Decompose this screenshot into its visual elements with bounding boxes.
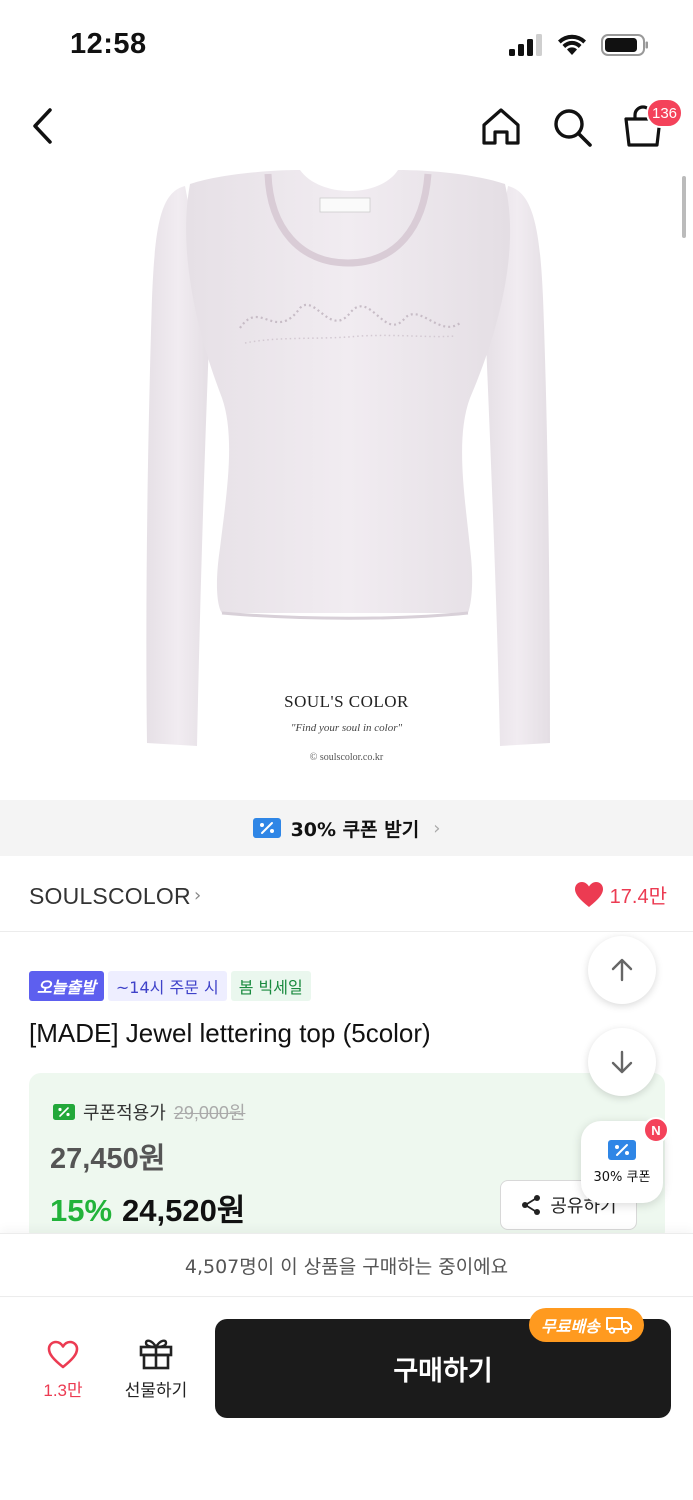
product-title: [MADE] Jewel lettering top (5color) [29,1018,431,1048]
heart-outline-icon [47,1340,79,1369]
brand-row[interactable]: SOULSCOLOR › 17.4만 [0,862,693,932]
back-icon[interactable] [26,104,62,148]
chevron-right-icon: › [433,817,441,839]
status-time: 12:58 [70,28,147,60]
coupon-banner-label: 30% 쿠폰 받기 [290,818,420,841]
sale-price-line: 15% 24,520원 [50,1185,245,1230]
arrow-up-icon [611,958,633,982]
floating-coupon-label: 30% 쿠폰 [593,1169,651,1185]
coupon-price-line: 쿠폰적용가 29,000원 [53,1099,245,1125]
product-tags: 오늘출발 ~14시 주문 시 봄 빅세일 [29,971,311,1001]
home-icon[interactable] [478,104,524,150]
status-bar: 12:58 [0,0,693,90]
scroll-bottom-button[interactable] [588,1028,656,1096]
heart-filled-icon [574,882,603,907]
coupon-icon [53,1104,75,1120]
gift-button[interactable]: 선물하기 [116,1336,196,1401]
brand-logo-text: SOUL'S COLOR [284,692,409,711]
wifi-icon [558,34,586,55]
original-price: 29,000원 [173,1103,246,1123]
discount-rate: 15% [50,1193,113,1228]
coupon-icon [252,818,281,838]
signal-icon [509,34,542,56]
bottom-bar: 1.3만 선물하기 구매하기 무료배송 [0,1298,693,1500]
coupon-price: 27,450원 [50,1143,166,1175]
share-icon [522,1195,541,1215]
truck-icon [605,1317,632,1334]
brand-like-count: 17.4만 [609,886,667,908]
buy-label: 구매하기 [393,1356,493,1387]
gift-icon [139,1339,173,1370]
free-shipping-badge: 무료배송 [529,1308,644,1342]
free-shipping-label: 무료배송 [541,1317,600,1336]
battery-icon [601,34,648,56]
tag-spring-sale: 봄 빅세일 [230,971,311,1001]
tag-order-cutoff: ~14시 주문 시 [107,971,227,1001]
gift-label: 선물하기 [124,1381,188,1401]
status-icons [509,34,649,56]
chevron-right-icon: › [194,885,202,906]
wishlist-count: 1.3만 [43,1381,83,1400]
brand-like[interactable]: 17.4만 [574,880,667,909]
arrow-down-icon [611,1050,633,1074]
coupon-icon [608,1139,636,1160]
coupon-banner[interactable]: 30% 쿠폰 받기 › [0,800,693,856]
brand-slogan: "Find your soul in color" [290,722,403,734]
scroll-top-button[interactable] [588,936,656,1004]
scroll-indicator[interactable] [682,176,686,238]
buying-notice: 4,507명이 이 상품을 구매하는 중이에요 [0,1233,693,1297]
cart-badge: 136 [646,98,684,128]
new-badge: N [643,1117,669,1143]
brand-name[interactable]: SOULSCOLOR [29,883,191,910]
price-box: 쿠폰적용가 29,000원 27,450원 15% 24,520원 공유하기 [29,1073,665,1243]
coupon-price-label: 쿠폰적용가 [83,1103,166,1124]
search-icon[interactable] [549,104,595,150]
tag-today-shipping: 오늘출발 [29,971,104,1001]
brand-site: © soulscolor.co.kr [309,752,384,763]
sale-price: 24,520원 [122,1193,246,1228]
nav-bar [0,90,693,165]
wishlist-button[interactable]: 1.3만 [30,1340,96,1401]
product-image[interactable]: SOUL'S COLOR "Find your soul in color" ©… [0,168,693,798]
